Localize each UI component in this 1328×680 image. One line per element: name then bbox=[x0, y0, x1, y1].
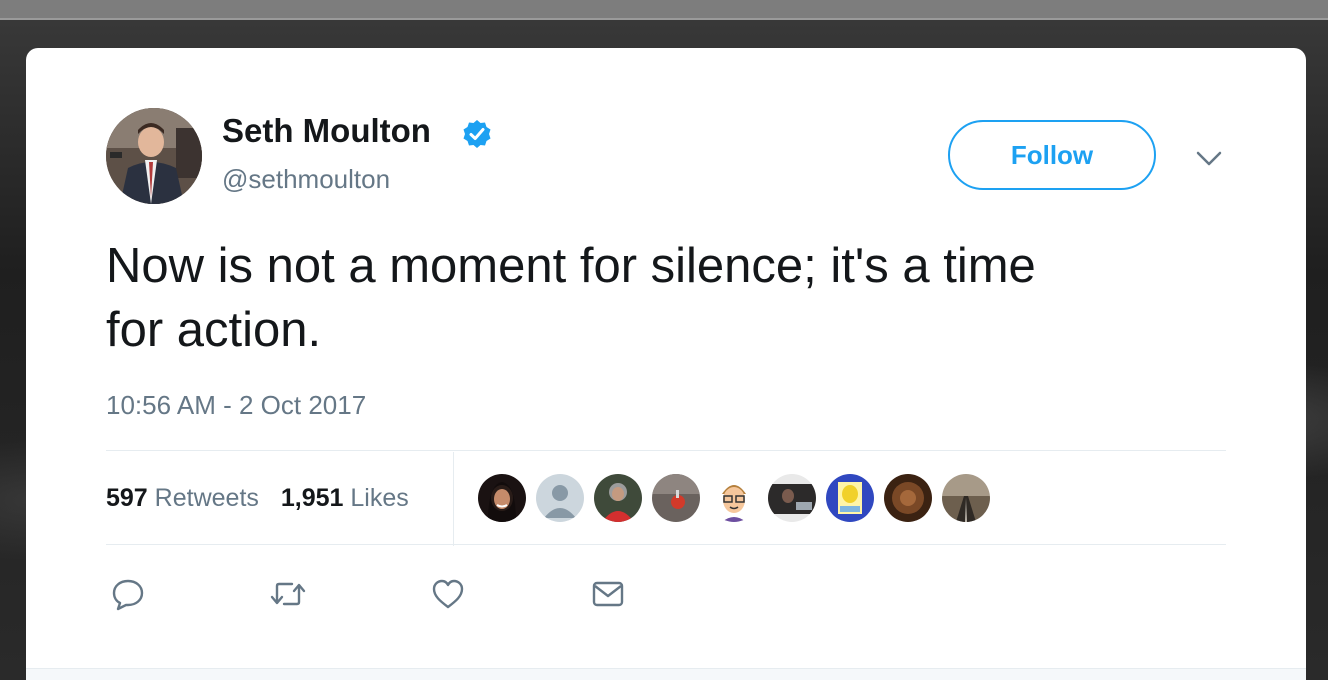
likes-stat[interactable]: 1,951 Likes bbox=[281, 484, 409, 513]
retweets-stat[interactable]: 597 Retweets bbox=[106, 484, 259, 513]
tweet-text: Now is not a moment for silence; it's a … bbox=[106, 239, 1036, 357]
engagement-stats: 597 Retweets 1,951 Likes bbox=[106, 452, 431, 544]
author-avatar[interactable] bbox=[106, 108, 202, 204]
liker-avatar-8-icon[interactable] bbox=[884, 474, 932, 522]
tweet-card: Seth Moulton @sethmoulton Follow Now is … bbox=[26, 48, 1306, 680]
author-display-name[interactable]: Seth Moulton bbox=[222, 112, 431, 150]
liker-avatar-3-icon[interactable] bbox=[594, 474, 642, 522]
liker-avatar-simpsons-icon[interactable] bbox=[826, 474, 874, 522]
follow-button[interactable]: Follow bbox=[948, 120, 1156, 190]
tweet-actions bbox=[106, 574, 746, 614]
likes-count: 1,951 bbox=[280, 483, 344, 512]
chevron-down-icon[interactable] bbox=[1194, 144, 1224, 174]
liker-avatars bbox=[478, 474, 1000, 522]
divider-bottom bbox=[106, 544, 1226, 545]
liker-avatar-6-icon[interactable] bbox=[768, 474, 816, 522]
liker-avatar-default-icon[interactable] bbox=[536, 474, 584, 522]
verified-badge-icon bbox=[462, 119, 492, 149]
liker-avatar-bitmoji-icon[interactable] bbox=[710, 474, 758, 522]
profile-photo-icon bbox=[106, 108, 202, 204]
likes-label: Likes bbox=[350, 483, 409, 512]
like-icon[interactable] bbox=[426, 574, 470, 614]
liker-avatar-4-icon[interactable] bbox=[652, 474, 700, 522]
retweets-label: Retweets bbox=[154, 483, 259, 512]
browser-top-bar bbox=[0, 0, 1328, 20]
divider-top bbox=[106, 450, 1226, 451]
reply-icon[interactable] bbox=[106, 574, 150, 614]
direct-message-icon[interactable] bbox=[586, 574, 630, 614]
retweet-icon[interactable] bbox=[266, 574, 310, 614]
card-footer bbox=[26, 668, 1306, 680]
liker-avatar-1-icon[interactable] bbox=[478, 474, 526, 522]
retweets-count: 597 bbox=[106, 483, 148, 512]
liker-avatar-road-icon[interactable] bbox=[942, 474, 990, 522]
author-handle[interactable]: @sethmoulton bbox=[222, 164, 390, 195]
stats-separator bbox=[453, 452, 454, 546]
tweet-timestamp[interactable]: 10:56 AM - 2 Oct 2017 bbox=[106, 390, 366, 421]
